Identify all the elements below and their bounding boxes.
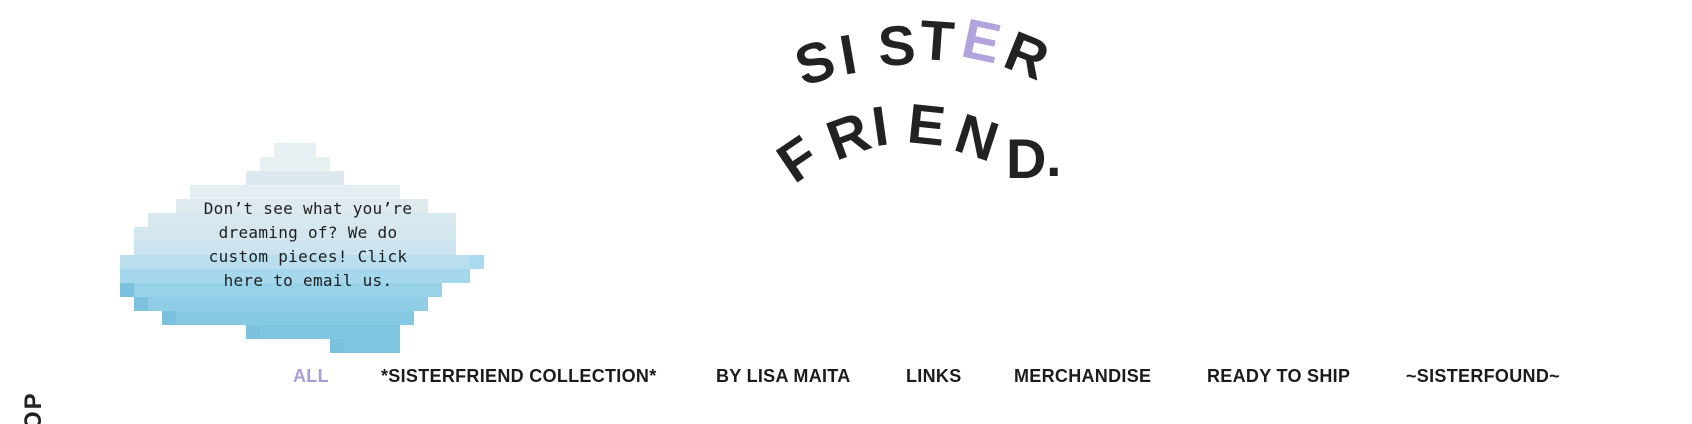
cloud-message-line: Don’t see what you’re — [203, 199, 413, 218]
nav-item-ready-to-ship[interactable]: READY TO SHIP — [1207, 366, 1350, 387]
logo-letter: T — [918, 10, 957, 73]
nav-item-sisterfound[interactable]: ~SISTERFOUND~ — [1406, 366, 1560, 387]
logo-letter: D — [1006, 127, 1046, 190]
logo-letter: R — [996, 19, 1057, 93]
side-shop-label[interactable]: OP — [20, 391, 48, 424]
cloud-message: Don’t see what you’re dreaming of? We do… — [198, 197, 418, 293]
logo-letter: E — [957, 10, 1007, 75]
logo-letter: F — [766, 123, 830, 194]
logo-letter: E — [905, 91, 949, 158]
nav-item-by-lisa-maita[interactable]: BY LISA MAITA — [716, 366, 851, 387]
nav-item-sisterfriend-collection[interactable]: *SISTERFRIEND COLLECTION* — [381, 366, 657, 387]
custom-pieces-cloud-link[interactable]: Don’t see what you’re dreaming of? We do… — [120, 143, 504, 353]
page: SISTER FRIEND. Don’t see what you’re dre… — [0, 0, 1692, 424]
nav-item-links[interactable]: LINKS — [906, 366, 962, 387]
nav-item-merchandise[interactable]: MERCHANDISE — [1014, 366, 1151, 387]
logo-letter: . — [1046, 125, 1062, 188]
logo-letter: S — [876, 13, 917, 78]
category-nav: ALL *SISTERFRIEND COLLECTION* BY LISA MA… — [0, 366, 1692, 396]
logo-letter: S — [787, 27, 842, 98]
nav-item-all[interactable]: ALL — [293, 366, 329, 387]
logo-letter: N — [948, 101, 1006, 173]
cloud-message-line: here to email us. — [223, 271, 393, 290]
cloud-message-line: custom pieces! Click — [208, 247, 408, 266]
sisterfriend-logo[interactable]: SISTER FRIEND. — [760, 10, 1120, 200]
logo-graphic: SI S T ER FRI E N D. — [766, 10, 1062, 195]
cloud-message-line: dreaming of? We do — [218, 223, 398, 242]
